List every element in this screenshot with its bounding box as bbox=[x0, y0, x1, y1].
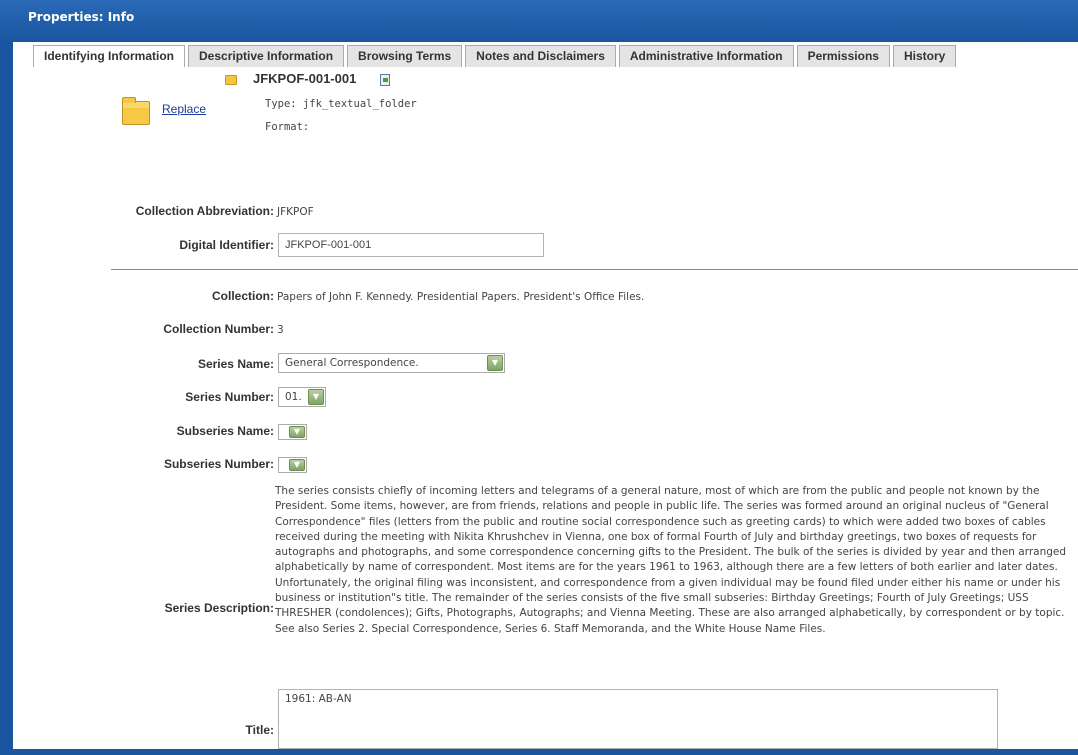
titlebar: Properties: Info bbox=[0, 0, 1078, 42]
collection-value: Papers of John F. Kennedy. Presidential … bbox=[277, 291, 645, 303]
object-name: JFKPOF-001-001 bbox=[253, 71, 357, 86]
subseries-name-select[interactable]: ▼ bbox=[278, 424, 307, 440]
subseries-number-label: Subseries Number: bbox=[163, 457, 274, 471]
section-divider bbox=[111, 269, 1078, 270]
collection-number-value: 3 bbox=[277, 324, 284, 336]
series-number-label: Series Number: bbox=[185, 390, 274, 404]
collection-label: Collection: bbox=[212, 289, 274, 303]
series-name-value: General Correspondence. bbox=[285, 357, 419, 369]
folder-icon bbox=[225, 75, 237, 85]
tab-administrative-information[interactable]: Administrative Information bbox=[618, 45, 794, 67]
subseries-name-label: Subseries Name: bbox=[176, 424, 274, 438]
subseries-number-select[interactable]: ▼ bbox=[278, 457, 307, 473]
identifying-info-panel: JFKPOF-001-001 Type: jfk_textual_folder … bbox=[13, 67, 1078, 749]
series-name-label: Series Name: bbox=[197, 357, 274, 371]
collection-abbreviation-value: JFKPOF bbox=[277, 206, 314, 218]
tab-history[interactable]: History bbox=[892, 45, 957, 67]
chevron-down-icon[interactable]: ▼ bbox=[289, 459, 305, 471]
left-border bbox=[0, 42, 13, 755]
chevron-down-icon[interactable]: ▼ bbox=[487, 355, 503, 371]
tab-bar: Identifying Information Descriptive Info… bbox=[33, 45, 959, 68]
series-number-value: 01. bbox=[285, 391, 302, 403]
series-description-text: The series consists chiefly of incoming … bbox=[275, 485, 1067, 635]
replace-link[interactable]: Replace bbox=[162, 102, 206, 116]
digital-identifier-input[interactable]: JFKPOF-001-001 bbox=[278, 233, 544, 257]
bottom-border bbox=[13, 749, 1078, 755]
chevron-down-icon[interactable]: ▼ bbox=[308, 389, 324, 405]
series-description-label: Series Description: bbox=[164, 601, 274, 615]
tab-descriptive-information[interactable]: Descriptive Information bbox=[188, 45, 345, 67]
tab-notes-and-disclaimers[interactable]: Notes and Disclaimers bbox=[465, 45, 616, 67]
series-name-select[interactable]: General Correspondence. ▼ bbox=[278, 353, 505, 373]
title-label: Title: bbox=[245, 723, 274, 737]
folder-icon bbox=[122, 97, 150, 125]
object-format: Format: bbox=[265, 121, 310, 133]
collection-abbreviation-label: Collection Abbreviation: bbox=[135, 204, 274, 218]
tab-browsing-terms[interactable]: Browsing Terms bbox=[347, 45, 463, 67]
chevron-down-icon[interactable]: ▼ bbox=[289, 426, 305, 438]
window-title: Properties: Info bbox=[28, 10, 135, 24]
document-icon[interactable] bbox=[380, 74, 390, 86]
title-input[interactable]: 1961: AB-AN bbox=[278, 689, 998, 749]
object-type: Type: jfk_textual_folder bbox=[265, 98, 417, 110]
collection-number-label: Collection Number: bbox=[163, 322, 274, 336]
series-number-select[interactable]: 01. ▼ bbox=[278, 387, 326, 407]
tab-identifying-information[interactable]: Identifying Information bbox=[33, 45, 185, 68]
tab-permissions[interactable]: Permissions bbox=[796, 45, 890, 67]
digital-identifier-label: Digital Identifier: bbox=[179, 238, 274, 252]
